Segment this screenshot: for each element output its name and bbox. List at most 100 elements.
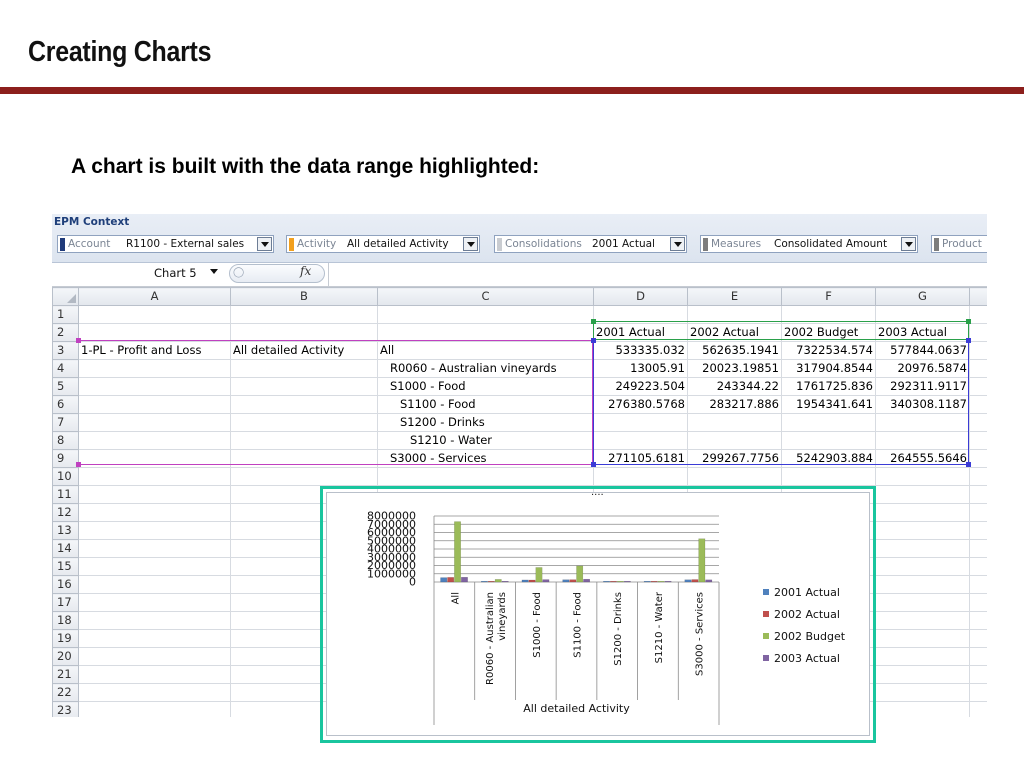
row-header[interactable]: 5 [52, 377, 79, 396]
row-header[interactable]: 10 [52, 467, 79, 486]
cell-g7[interactable] [875, 413, 970, 432]
cell-e9[interactable]: 299267.7756 [687, 449, 782, 468]
bar-0-3[interactable] [562, 579, 570, 583]
cell-f9[interactable]: 5242903.884 [781, 449, 876, 468]
cell-a16[interactable] [78, 575, 231, 594]
cell-g6[interactable]: 340308.1187 [875, 395, 970, 414]
cell-g23[interactable] [875, 701, 970, 717]
cell-d3[interactable]: 533335.032 [593, 341, 688, 360]
cell-h21[interactable] [969, 665, 987, 684]
bar-2-4[interactable] [617, 580, 624, 583]
range-handle[interactable] [591, 338, 596, 343]
cell-d4[interactable]: 13005.91 [593, 359, 688, 378]
range-handle[interactable] [76, 338, 81, 343]
cell-e2[interactable]: 2002 Actual [687, 323, 782, 342]
cell-a3[interactable]: 1-PL - Profit and Loss [78, 341, 231, 360]
cell-a12[interactable] [78, 503, 231, 522]
cell-f6[interactable]: 1954341.641 [781, 395, 876, 414]
cell-b9[interactable] [230, 449, 378, 468]
cell-g2[interactable]: 2003 Actual [875, 323, 970, 342]
chevron-down-icon[interactable] [463, 237, 478, 251]
column-header-a[interactable]: A [78, 287, 231, 306]
cell-a17[interactable] [78, 593, 231, 612]
bar-2-1[interactable] [494, 579, 502, 583]
row-header[interactable]: 20 [52, 647, 79, 666]
cell-h5[interactable] [969, 377, 987, 396]
product-dropdown[interactable]: Product [931, 235, 987, 253]
cell-h20[interactable] [969, 647, 987, 666]
cell-d10[interactable] [593, 467, 688, 486]
name-box[interactable]: Chart 5 [102, 265, 226, 283]
cell-b5[interactable] [230, 377, 378, 396]
bar-1-0[interactable] [447, 577, 455, 583]
cell-g18[interactable] [875, 611, 970, 630]
cell-a23[interactable] [78, 701, 231, 717]
cell-e3[interactable]: 562635.1941 [687, 341, 782, 360]
column-header-h[interactable] [969, 287, 987, 306]
row-header[interactable]: 17 [52, 593, 79, 612]
cell-f8[interactable] [781, 431, 876, 450]
cell-h13[interactable] [969, 521, 987, 540]
bar-0-4[interactable] [603, 580, 610, 583]
cell-h22[interactable] [969, 683, 987, 702]
cell-h15[interactable] [969, 557, 987, 576]
row-header[interactable]: 9 [52, 449, 79, 468]
cell-g4[interactable]: 20976.5874 [875, 359, 970, 378]
column-header-c[interactable]: C [377, 287, 594, 306]
bar-2-3[interactable] [576, 565, 584, 583]
cell-e4[interactable]: 20023.19851 [687, 359, 782, 378]
row-header[interactable]: 14 [52, 539, 79, 558]
cell-h8[interactable] [969, 431, 987, 450]
bar-1-6[interactable] [691, 579, 699, 583]
fx-icon[interactable]: fx [300, 264, 311, 278]
cell-c6[interactable]: S1100 - Food [377, 395, 594, 414]
cell-h17[interactable] [969, 593, 987, 612]
range-handle[interactable] [966, 319, 971, 324]
cell-b3[interactable]: All detailed Activity [230, 341, 378, 360]
cell-g16[interactable] [875, 575, 970, 594]
column-header-b[interactable]: B [230, 287, 378, 306]
cell-a14[interactable] [78, 539, 231, 558]
row-header[interactable]: 15 [52, 557, 79, 576]
column-header-g[interactable]: G [875, 287, 970, 306]
row-header[interactable]: 18 [52, 611, 79, 630]
cell-g12[interactable] [875, 503, 970, 522]
cell-a5[interactable] [78, 377, 231, 396]
bar-0-1[interactable] [481, 580, 488, 583]
cell-a13[interactable] [78, 521, 231, 540]
column-header-e[interactable]: E [687, 287, 782, 306]
activity-dropdown[interactable]: Activity All detailed Activity [286, 235, 480, 253]
bar-1-4[interactable] [610, 580, 617, 583]
cell-g19[interactable] [875, 629, 970, 648]
cell-d2[interactable]: 2001 Actual [593, 323, 688, 342]
cell-c8[interactable]: S1210 - Water [377, 431, 594, 450]
cell-b2[interactable] [230, 323, 378, 342]
cell-f4[interactable]: 317904.8544 [781, 359, 876, 378]
cell-a20[interactable] [78, 647, 231, 666]
row-header[interactable]: 16 [52, 575, 79, 594]
cell-f1[interactable] [781, 305, 876, 324]
cell-g15[interactable] [875, 557, 970, 576]
range-handle[interactable] [591, 319, 596, 324]
cell-h4[interactable] [969, 359, 987, 378]
cell-h19[interactable] [969, 629, 987, 648]
cell-h2[interactable] [969, 323, 987, 342]
cell-g5[interactable]: 292311.9117 [875, 377, 970, 396]
resize-handle-icon[interactable]: ⋮ [867, 623, 871, 634]
cell-c9[interactable]: S3000 - Services [377, 449, 594, 468]
row-header[interactable]: 1 [52, 305, 79, 324]
cell-g10[interactable] [875, 467, 970, 486]
select-all-corner[interactable] [52, 287, 79, 306]
cell-f2[interactable]: 2002 Budget [781, 323, 876, 342]
chevron-down-icon[interactable] [670, 237, 685, 251]
cell-a10[interactable] [78, 467, 231, 486]
row-header[interactable]: 6 [52, 395, 79, 414]
cell-a22[interactable] [78, 683, 231, 702]
cell-h11[interactable] [969, 485, 987, 504]
cell-a1[interactable] [78, 305, 231, 324]
range-handle[interactable] [966, 462, 971, 467]
chevron-down-icon[interactable] [210, 269, 218, 274]
cell-b7[interactable] [230, 413, 378, 432]
cell-g21[interactable] [875, 665, 970, 684]
cell-g9[interactable]: 264555.5646 [875, 449, 970, 468]
